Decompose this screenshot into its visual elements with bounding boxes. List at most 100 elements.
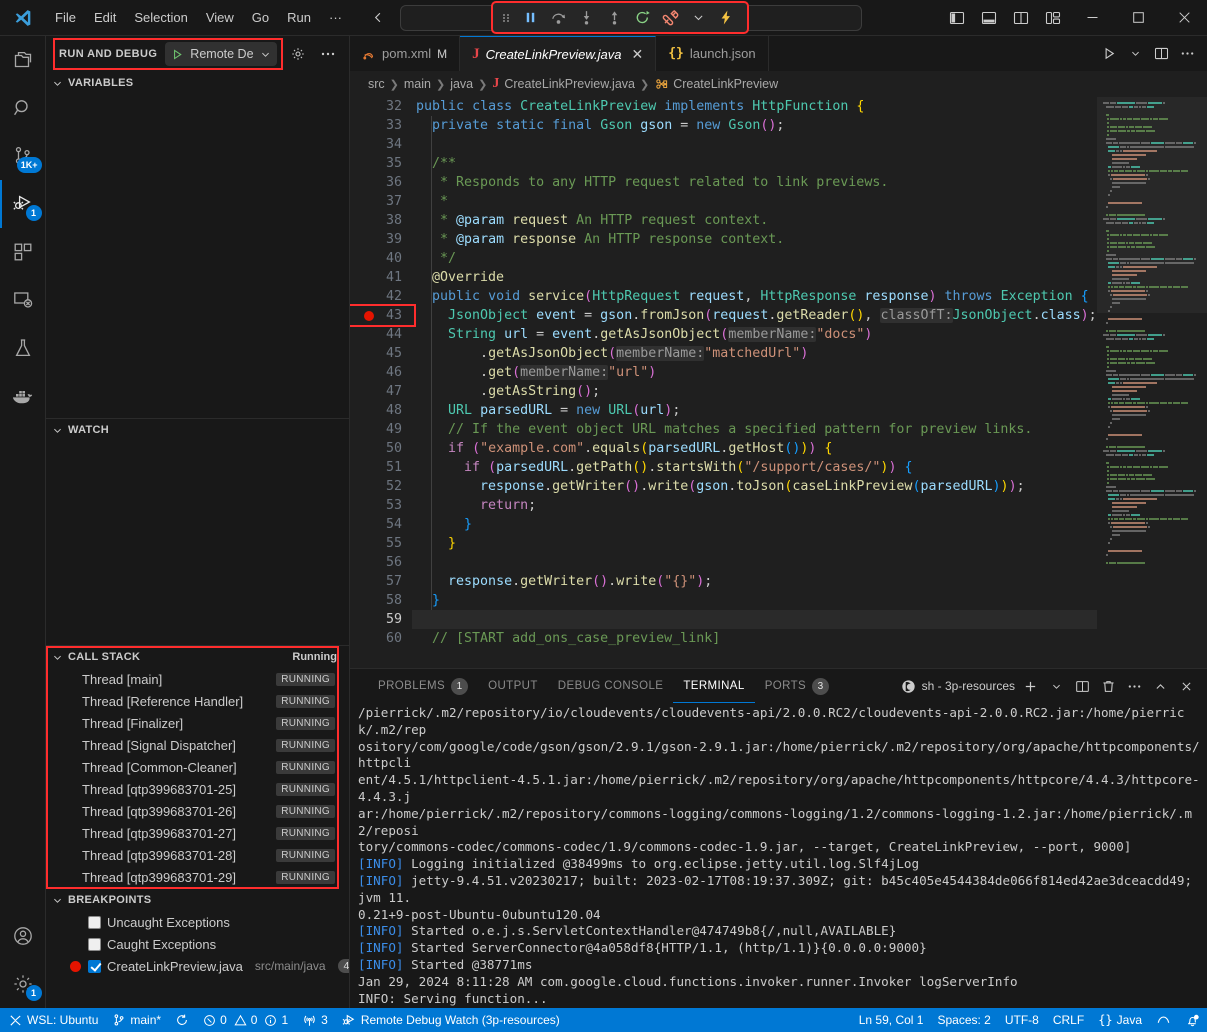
tab-debug-console[interactable]: DEBUG CONSOLE bbox=[548, 669, 674, 703]
restart-button[interactable] bbox=[629, 6, 655, 30]
list-item[interactable]: Thread [qtp399683701-25]RUNNING bbox=[46, 778, 349, 800]
drag-handle-icon[interactable] bbox=[501, 10, 515, 26]
status-remote-host[interactable]: WSL: Ubuntu bbox=[0, 1008, 105, 1032]
breakpoints-pane-header[interactable]: BREAKPOINTS bbox=[46, 889, 349, 911]
chevron-down-icon[interactable] bbox=[52, 425, 64, 436]
toggle-secondary-sidebar-button[interactable] bbox=[1005, 3, 1037, 33]
accounts-button[interactable] bbox=[0, 912, 46, 960]
list-item[interactable]: Caught Exceptions bbox=[46, 933, 349, 955]
status-indentation[interactable]: Spaces: 2 bbox=[930, 1008, 997, 1032]
run-button[interactable] bbox=[1097, 41, 1121, 67]
variables-pane-header[interactable]: VARIABLES bbox=[46, 72, 349, 94]
status-feedback[interactable] bbox=[1149, 1008, 1178, 1032]
terminal-output[interactable]: /pierrick/.m2/repository/io/cloudevents/… bbox=[350, 703, 1207, 1008]
list-item[interactable]: Thread [qtp399683701-27]RUNNING bbox=[46, 822, 349, 844]
breadcrumb-class[interactable]: CreateLinkPreview bbox=[673, 77, 778, 91]
menu-view[interactable]: View bbox=[197, 6, 243, 29]
breakpoint-checkbox[interactable] bbox=[88, 960, 101, 973]
breakpoint-checkbox[interactable] bbox=[88, 938, 101, 951]
list-item[interactable]: Thread [Signal Dispatcher]RUNNING bbox=[46, 734, 349, 756]
customize-layout-button[interactable] bbox=[1037, 3, 1069, 33]
minimize-button[interactable] bbox=[1069, 0, 1115, 36]
sidebar-item-docker[interactable] bbox=[0, 372, 46, 420]
editor-gutter[interactable]: 32 33 34 35 36 37 38 39 40 41 42 43 bbox=[350, 97, 412, 668]
play-icon[interactable] bbox=[171, 48, 184, 61]
toggle-panel-button[interactable] bbox=[973, 3, 1005, 33]
manage-settings-button[interactable]: 1 bbox=[0, 960, 46, 1008]
tab-createlinkpreview-java[interactable]: J CreateLinkPreview.java ✕ bbox=[460, 36, 656, 71]
menu-file[interactable]: File bbox=[46, 6, 85, 29]
sidebar-item-remote-explorer[interactable] bbox=[0, 276, 46, 324]
breadcrumb-file[interactable]: CreateLinkPreview.java bbox=[504, 77, 635, 91]
status-eol[interactable]: CRLF bbox=[1046, 1008, 1091, 1032]
list-item[interactable]: Thread [Common-Cleaner]RUNNING bbox=[46, 756, 349, 778]
status-sync[interactable] bbox=[168, 1008, 196, 1032]
terminal-tab-entry[interactable]: sh - 3p-resources bbox=[901, 679, 1015, 694]
tab-pom-xml[interactable]: pom.xml M bbox=[350, 36, 460, 71]
editor-scrollbar[interactable] bbox=[1193, 97, 1207, 668]
maximize-panel-button[interactable] bbox=[1149, 674, 1171, 698]
chevron-down-icon[interactable] bbox=[260, 49, 271, 60]
status-branch[interactable]: main* bbox=[105, 1008, 168, 1032]
sidebar-item-extensions[interactable] bbox=[0, 228, 46, 276]
menu-selection[interactable]: Selection bbox=[125, 6, 196, 29]
toggle-primary-sidebar-button[interactable] bbox=[941, 3, 973, 33]
sidebar-item-source-control[interactable]: 1K+ bbox=[0, 132, 46, 180]
sidebar-item-explorer[interactable] bbox=[0, 36, 46, 84]
terminal-profile-button[interactable] bbox=[1045, 674, 1067, 698]
pause-button[interactable] bbox=[517, 6, 543, 30]
menu-more[interactable]: ··· bbox=[320, 6, 351, 29]
menu-go[interactable]: Go bbox=[243, 6, 278, 29]
list-item[interactable]: Thread [Finalizer]RUNNING bbox=[46, 712, 349, 734]
tab-launch-json[interactable]: {} launch.json bbox=[656, 36, 768, 71]
list-item[interactable]: Thread [qtp399683701-26]RUNNING bbox=[46, 800, 349, 822]
tab-ports[interactable]: PORTS 3 bbox=[755, 669, 839, 703]
split-terminal-button[interactable] bbox=[1071, 674, 1093, 698]
tab-problems[interactable]: PROBLEMS 1 bbox=[368, 669, 478, 703]
chevron-down-icon[interactable] bbox=[52, 895, 64, 906]
list-item[interactable]: Thread [main]RUNNING bbox=[46, 668, 349, 690]
close-panel-button[interactable] bbox=[1175, 674, 1197, 698]
panel-more-actions-button[interactable] bbox=[1123, 674, 1145, 698]
status-debug-session[interactable]: Remote Debug Watch (3p-resources) bbox=[335, 1008, 567, 1032]
step-into-button[interactable] bbox=[573, 6, 599, 30]
code-content[interactable]: public class CreateLinkPreview implement… bbox=[412, 97, 1097, 668]
new-terminal-button[interactable] bbox=[1019, 674, 1041, 698]
status-ports[interactable]: 3 bbox=[295, 1008, 335, 1032]
disconnect-button[interactable] bbox=[657, 6, 683, 30]
list-item[interactable]: Thread [Reference Handler]RUNNING bbox=[46, 690, 349, 712]
sidebar-item-search[interactable] bbox=[0, 84, 46, 132]
step-over-button[interactable] bbox=[545, 6, 571, 30]
list-item[interactable]: Thread [qtp399683701-28]RUNNING bbox=[46, 844, 349, 866]
debug-configuration-dropdown[interactable]: Remote De bbox=[165, 42, 276, 66]
status-encoding[interactable]: UTF-8 bbox=[998, 1008, 1046, 1032]
sidebar-more-actions-button[interactable] bbox=[316, 42, 340, 66]
hot-reload-button[interactable] bbox=[713, 6, 739, 30]
maximize-button[interactable] bbox=[1115, 0, 1161, 36]
status-notifications[interactable] bbox=[1178, 1008, 1207, 1032]
step-out-button[interactable] bbox=[601, 6, 627, 30]
tab-terminal[interactable]: TERMINAL bbox=[673, 669, 754, 703]
run-options-button[interactable] bbox=[1123, 41, 1147, 67]
status-problems[interactable]: 0 0 1 bbox=[196, 1008, 295, 1032]
close-button[interactable] bbox=[1161, 0, 1207, 36]
call-stack-pane-header[interactable]: CALL STACK Running bbox=[46, 646, 349, 668]
watch-pane-header[interactable]: WATCH bbox=[46, 419, 349, 441]
breadcrumb-main[interactable]: main bbox=[404, 77, 431, 91]
editor-minimap[interactable] bbox=[1097, 97, 1207, 668]
tab-output[interactable]: OUTPUT bbox=[478, 669, 548, 703]
sidebar-item-run-and-debug[interactable]: 1 bbox=[0, 180, 46, 228]
kill-terminal-button[interactable] bbox=[1097, 674, 1119, 698]
editor-more-actions-button[interactable] bbox=[1175, 41, 1199, 67]
breadcrumb-src[interactable]: src bbox=[368, 77, 385, 91]
list-item[interactable]: Thread [qtp399683701-29]RUNNING bbox=[46, 866, 349, 888]
list-item[interactable]: Uncaught Exceptions bbox=[46, 911, 349, 933]
status-cursor-position[interactable]: Ln 59, Col 1 bbox=[852, 1008, 931, 1032]
status-language-mode[interactable]: {} Java bbox=[1091, 1008, 1149, 1032]
list-item[interactable]: CreateLinkPreview.java src/main/java 43 bbox=[46, 955, 349, 977]
menu-edit[interactable]: Edit bbox=[85, 6, 125, 29]
sidebar-item-testing[interactable] bbox=[0, 324, 46, 372]
menu-bar[interactable]: File Edit Selection View Go Run ··· bbox=[46, 6, 351, 29]
code-editor[interactable]: 32 33 34 35 36 37 38 39 40 41 42 43 bbox=[350, 97, 1207, 668]
debug-settings-button[interactable] bbox=[286, 42, 310, 66]
